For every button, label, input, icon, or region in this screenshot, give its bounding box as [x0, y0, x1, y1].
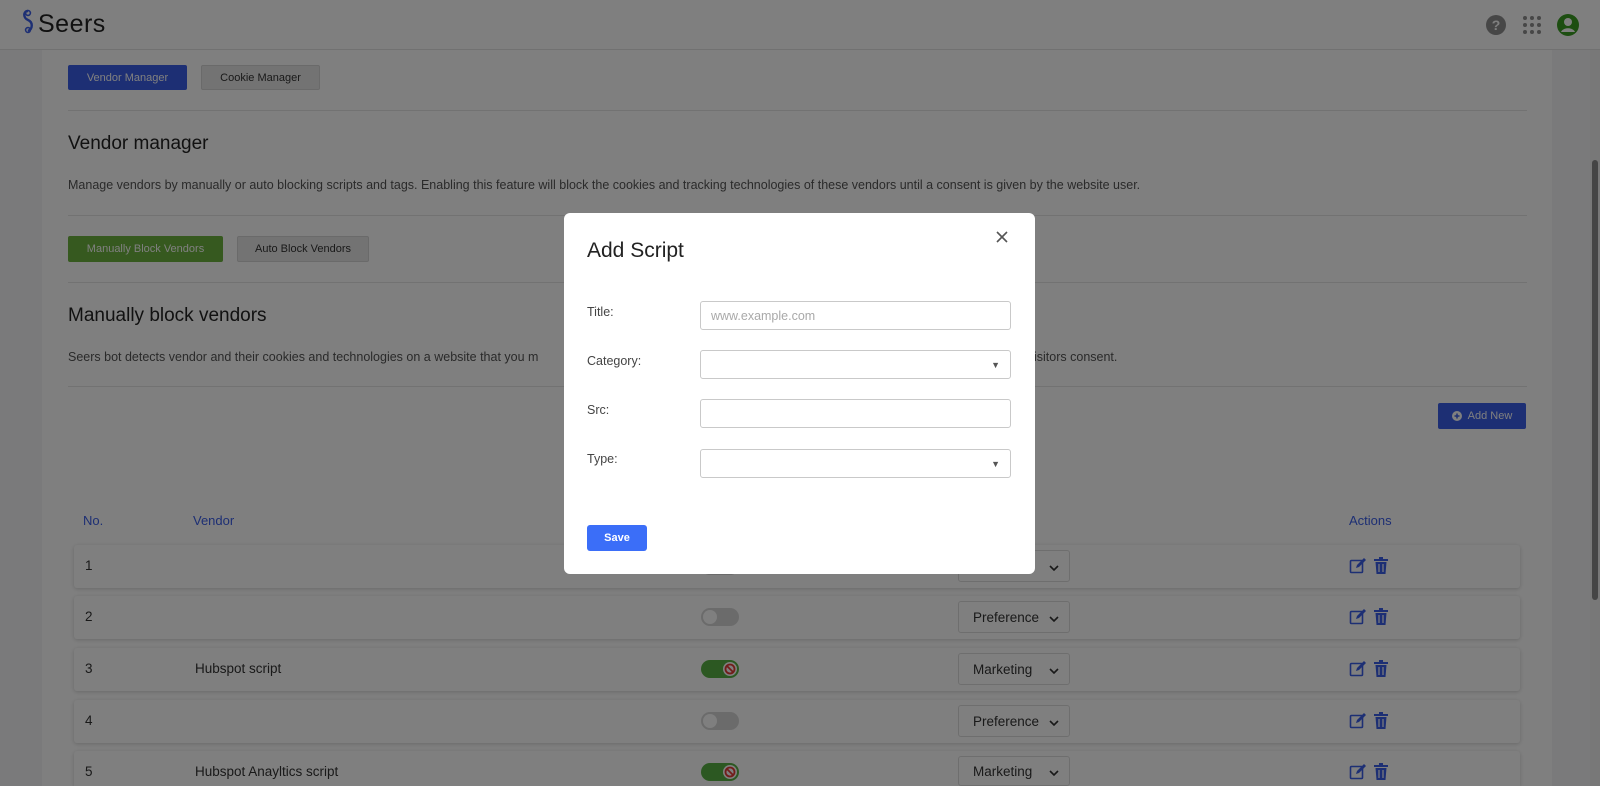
title-input[interactable] [700, 301, 1011, 330]
src-label: Src: [587, 403, 610, 417]
category-label: Category: [587, 354, 642, 368]
category-select[interactable]: ▼ [700, 350, 1011, 379]
dropdown-caret-icon: ▼ [991, 360, 1000, 370]
type-label: Type: [587, 452, 618, 466]
title-label: Title: [587, 305, 614, 319]
close-icon[interactable] [993, 228, 1011, 246]
save-button[interactable]: Save [587, 525, 647, 551]
add-script-modal: Add Script Title: Category: ▼ Src: Type:… [564, 213, 1035, 574]
type-select[interactable]: ▼ [700, 449, 1011, 478]
dropdown-caret-icon: ▼ [991, 459, 1000, 469]
src-input[interactable] [700, 399, 1011, 428]
modal-title: Add Script [587, 239, 684, 262]
